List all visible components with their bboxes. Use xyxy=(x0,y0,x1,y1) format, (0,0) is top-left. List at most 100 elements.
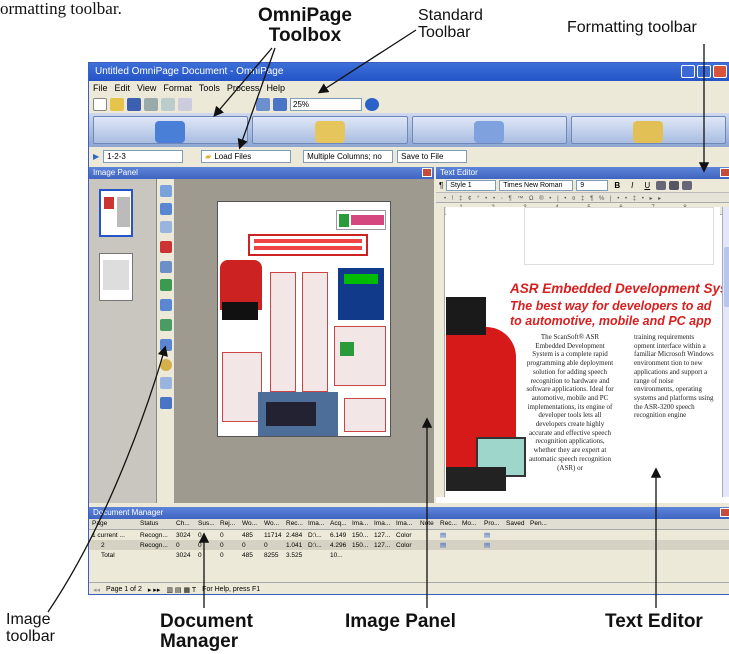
cell-wo2: 0 xyxy=(264,541,268,549)
print-icon[interactable] xyxy=(144,97,158,111)
col-rec[interactable]: Rec... xyxy=(283,520,305,529)
col-page[interactable]: Page xyxy=(89,520,137,529)
col-ima4[interactable]: Ima... xyxy=(393,520,417,529)
workflow-dropdown[interactable]: 1-2-3 xyxy=(103,149,184,163)
close-button[interactable] xyxy=(713,65,727,78)
col-sus[interactable]: Sus... xyxy=(195,520,217,529)
col-pen[interactable]: Pen... xyxy=(527,520,551,529)
zone-view-icon[interactable] xyxy=(160,203,172,215)
toolbox-export-button[interactable] xyxy=(570,116,726,144)
help-icon[interactable] xyxy=(365,97,379,111)
toolbox-get-page-button[interactable] xyxy=(252,116,408,144)
italic-button[interactable]: I xyxy=(626,181,638,190)
zoom-in-icon[interactable] xyxy=(160,359,172,371)
text-editor-titlebar: Text Editor xyxy=(436,167,729,179)
next-page-icon[interactable]: ▸ ▸▸ xyxy=(148,586,161,594)
table-zone-icon[interactable] xyxy=(160,261,172,273)
menu-format[interactable]: Format xyxy=(163,83,192,93)
document-manager-title: Document Manager xyxy=(93,508,164,517)
toolbox-options-row: ▶ 1-2-3 ▰ Load Files Multiple Columns; no… xyxy=(89,147,729,165)
cell-ch: 0 xyxy=(176,541,180,549)
col-status[interactable]: Status xyxy=(137,520,173,529)
load-files-dropdown[interactable]: ▰ Load Files xyxy=(201,149,292,163)
cell-acq: 6.149 xyxy=(330,531,347,539)
menu-process[interactable]: Process xyxy=(227,83,260,93)
table-row-total: Total 3024 0 0 485 8255 3.525 10... xyxy=(89,550,729,560)
cell-ch: 3024 xyxy=(176,551,191,559)
document-manager-close-button[interactable] xyxy=(720,508,729,517)
layout-value: Multiple Columns; no xyxy=(307,151,382,161)
menu-file[interactable]: File xyxy=(93,83,108,93)
image-canvas[interactable] xyxy=(175,179,434,503)
col-wo2[interactable]: Wo... xyxy=(261,520,283,529)
col-ima2[interactable]: Ima... xyxy=(349,520,371,529)
open-icon[interactable] xyxy=(110,97,124,111)
scroll-thumb[interactable] xyxy=(724,247,729,307)
view-icon[interactable] xyxy=(256,97,270,111)
align-left-icon[interactable] xyxy=(656,181,667,190)
minimize-button[interactable] xyxy=(681,65,695,78)
style-dropdown[interactable]: Style 1 xyxy=(446,180,497,191)
col-rej[interactable]: Rej... xyxy=(217,520,239,529)
intro-text: ormatting toolbar. xyxy=(0,0,122,18)
document-table-header: Page Status Ch... Sus... Rej... Wo... Wo… xyxy=(89,519,729,530)
doc-column-2: training requirements opment interface w… xyxy=(634,333,714,420)
save-icon[interactable] xyxy=(127,97,141,111)
col-note[interactable]: Note xyxy=(417,520,437,529)
rotate-icon[interactable] xyxy=(160,299,172,311)
vertical-scrollbar[interactable] xyxy=(722,207,729,497)
col-rec2[interactable]: Rec... xyxy=(437,520,459,529)
cell-sus: 0 xyxy=(198,531,202,539)
page-view-icon[interactable] xyxy=(160,185,172,197)
size-dropdown[interactable]: 9 xyxy=(576,180,609,191)
deskew-icon[interactable] xyxy=(160,319,172,331)
menu-help[interactable]: Help xyxy=(266,83,285,93)
horizontal-ruler: • ! ‡ ¢ ° • • ◦ ¶ ™ Ω ® • | • ¤ ‡ ¶ % | … xyxy=(436,193,729,203)
view-mode-icon[interactable]: ▥ ▤ ▦ T xyxy=(166,586,196,594)
col-saved[interactable]: Saved xyxy=(503,520,527,529)
font-dropdown[interactable]: Times New Roman xyxy=(499,180,574,191)
image-panel-close-button[interactable] xyxy=(422,168,432,177)
save-to-file-dropdown[interactable]: Save to File xyxy=(397,149,468,163)
col-ima1[interactable]: Ima... xyxy=(305,520,327,529)
page-thumbnail-1[interactable] xyxy=(99,189,133,237)
underline-button[interactable]: U xyxy=(641,181,653,190)
zoom-icon[interactable] xyxy=(273,97,287,111)
first-page-icon[interactable]: ◂◂ xyxy=(93,586,100,594)
graphic-zone-icon[interactable] xyxy=(160,279,172,291)
new-icon[interactable] xyxy=(93,97,107,111)
text-editor-close-button[interactable] xyxy=(720,168,729,177)
menu-tools[interactable]: Tools xyxy=(199,83,220,93)
col-acq[interactable]: Acq... xyxy=(327,520,349,529)
maximize-button[interactable] xyxy=(697,65,711,78)
bold-button[interactable]: B xyxy=(611,181,623,190)
col-pro[interactable]: Pro... xyxy=(481,520,503,529)
fit-page-icon[interactable] xyxy=(160,397,172,409)
zoom-combo[interactable]: 25% xyxy=(290,97,362,111)
menu-view[interactable]: View xyxy=(137,83,156,93)
align-center-icon[interactable] xyxy=(669,181,680,190)
table-row[interactable]: 1 current ... Recogn... 3024 0 0 485 117… xyxy=(89,530,729,540)
cut-icon[interactable] xyxy=(178,97,192,111)
col-wo1[interactable]: Wo... xyxy=(239,520,261,529)
menu-edit[interactable]: Edit xyxy=(115,83,131,93)
zone-draw-icon[interactable] xyxy=(160,241,172,253)
toolbox-workflow-button[interactable] xyxy=(93,116,249,144)
standard-toolbar: 25% xyxy=(89,95,729,113)
scanned-page-image xyxy=(217,201,391,437)
col-ima3[interactable]: Ima... xyxy=(371,520,393,529)
col-mo[interactable]: Mo... xyxy=(459,520,481,529)
layout-dropdown[interactable]: Multiple Columns; no xyxy=(303,149,394,163)
recognized-icon: ▤ xyxy=(440,542,447,549)
crop-icon[interactable] xyxy=(160,339,172,351)
table-row[interactable]: 2 Recogn... 0 0 0 0 0 1.041 D:\... 4.296… xyxy=(89,540,729,550)
hand-tool-icon[interactable] xyxy=(160,377,172,389)
page-thumbnail-2[interactable] xyxy=(99,253,133,301)
col-ch[interactable]: Ch... xyxy=(173,520,195,529)
thumbnail-strip xyxy=(89,179,157,503)
select-tool-icon[interactable] xyxy=(160,221,172,233)
cell-ima3: 127... xyxy=(374,541,391,549)
copy-icon[interactable] xyxy=(161,97,175,111)
align-right-icon[interactable] xyxy=(682,181,693,190)
toolbox-perform-ocr-button[interactable] xyxy=(411,116,567,144)
